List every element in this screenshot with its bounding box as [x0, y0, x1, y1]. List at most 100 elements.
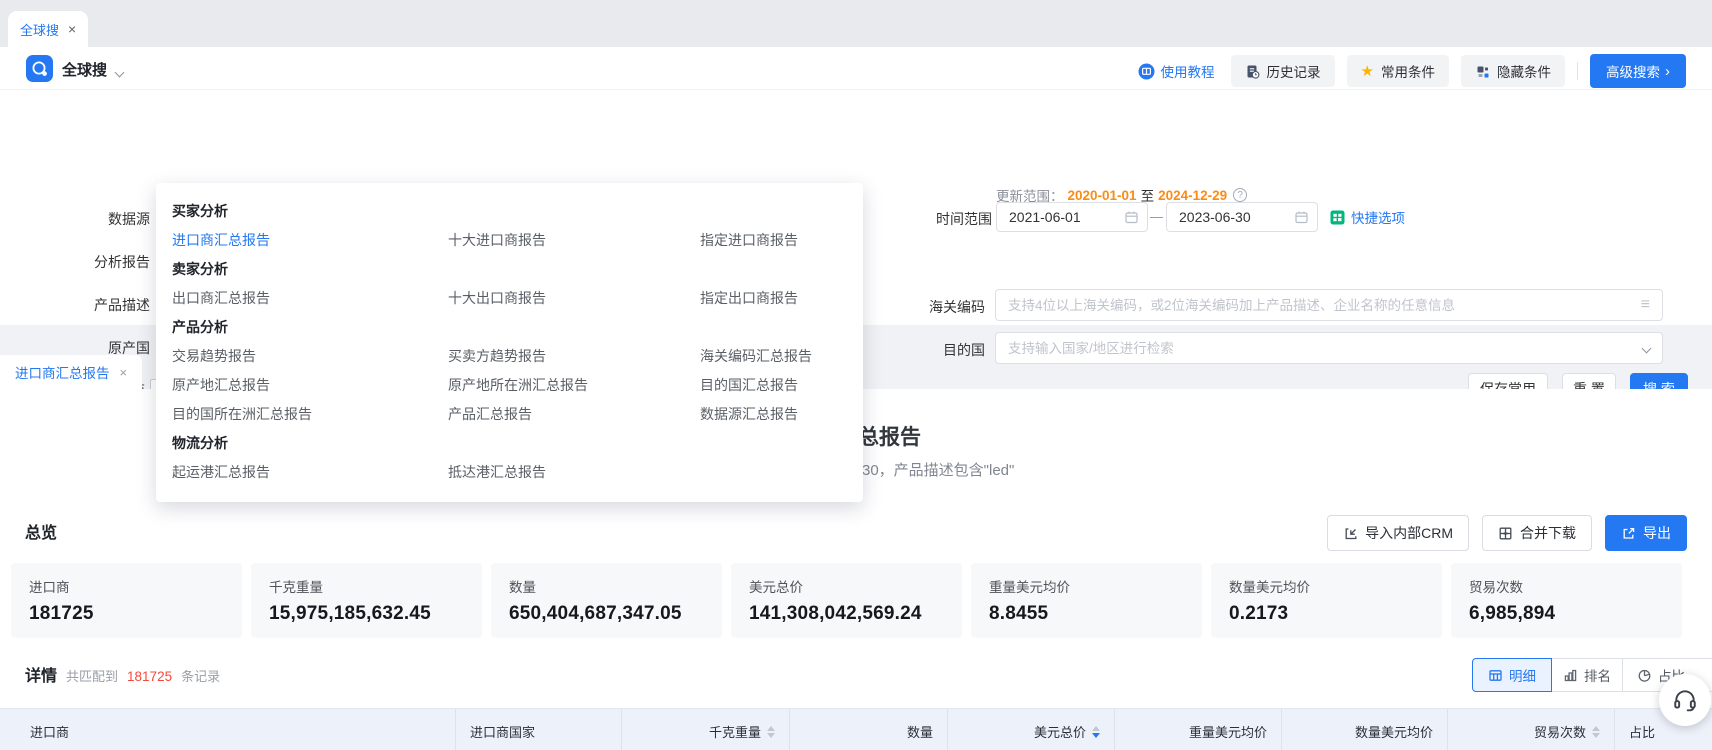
product-desc-label: 产品描述 [30, 295, 150, 315]
menu-item-buyer-seller-trend[interactable]: 买卖方趋势报告 [448, 346, 546, 366]
pie-icon [1637, 668, 1652, 683]
chevron-down-icon[interactable] [116, 63, 123, 81]
hide-conditions-icon [1475, 64, 1490, 79]
merge-download-button[interactable]: 合并下载 [1482, 515, 1592, 551]
header-divider [1577, 62, 1578, 80]
stat-card-importers: 进口商 181725 [11, 563, 242, 638]
menu-group-logistics: 物流分析 [172, 433, 228, 453]
export-button[interactable]: 导出 [1605, 515, 1687, 551]
menu-item-specified-exporter[interactable]: 指定出口商报告 [700, 288, 798, 308]
merge-download-label: 合并下载 [1520, 523, 1576, 543]
menu-item-hs-summary[interactable]: 海关编码汇总报告 [700, 346, 812, 366]
list-icon[interactable]: ≡ [1641, 297, 1650, 313]
date-range-dash: — [1150, 209, 1163, 224]
app-logo [26, 55, 53, 82]
header-actions: 使用教程 历史记录 ★ 常用条件 隐藏条件 高级搜索 › [1138, 54, 1686, 88]
view-rank-button[interactable]: 排名 [1551, 658, 1623, 692]
hide-conditions-label: 隐藏条件 [1497, 61, 1551, 81]
destination-input[interactable] [995, 332, 1663, 364]
export-label: 导出 [1643, 523, 1671, 543]
menu-item-specified-importer[interactable]: 指定进口商报告 [700, 230, 798, 250]
col-kg-weight[interactable]: 千克重量 [622, 709, 790, 750]
stat-card-trade-count: 贸易次数 6,985,894 [1451, 563, 1682, 638]
view-detail-button[interactable]: 明细 [1472, 658, 1552, 692]
quick-options-link[interactable]: 快捷选项 [1330, 207, 1405, 227]
history-label: 历史记录 [1267, 61, 1321, 81]
help-icon[interactable]: ? [1233, 188, 1247, 202]
export-icon [1621, 526, 1636, 541]
menu-item-departure-port-summary[interactable]: 起运港汇总报告 [172, 462, 270, 482]
time-end-input[interactable] [1166, 202, 1318, 232]
history-button[interactable]: 历史记录 [1231, 55, 1335, 87]
stats-row: 进口商 181725 千克重量 15,975,185,632.45 数量 650… [11, 563, 1682, 638]
stat-card-usd-total: 美元总价 141,308,042,569.24 [731, 563, 962, 638]
data-source-label: 数据源 [30, 209, 150, 229]
favorites-button[interactable]: ★ 常用条件 [1347, 55, 1449, 87]
headset-icon [1672, 687, 1698, 713]
star-icon: ★ [1361, 64, 1374, 79]
menu-group-product: 产品分析 [172, 317, 228, 337]
sort-icon [767, 726, 775, 738]
col-trade-count[interactable]: 贸易次数 [1448, 709, 1615, 750]
menu-item-trend[interactable]: 交易趋势报告 [172, 346, 256, 366]
col-importer-country: 进口商国家 [456, 709, 622, 750]
browser-tab-bar: 全球搜 × [0, 0, 1712, 47]
tutorial-label: 使用教程 [1161, 61, 1215, 81]
col-usd-total[interactable]: 美元总价 [948, 709, 1115, 750]
quick-options-label: 快捷选项 [1351, 207, 1405, 227]
history-icon [1245, 64, 1260, 79]
menu-item-importer-summary[interactable]: 进口商汇总报告 [172, 230, 270, 250]
overview-title: 总览 [25, 519, 57, 543]
menu-group-seller: 卖家分析 [172, 259, 228, 279]
hide-conditions-button[interactable]: 隐藏条件 [1461, 55, 1565, 87]
menu-item-destination-continent-summary[interactable]: 目的国所在洲汇总报告 [172, 404, 312, 424]
tutorial-icon [1138, 63, 1155, 80]
detail-title: 详情 [25, 662, 57, 686]
sort-icon [1592, 726, 1600, 738]
close-icon[interactable]: × [120, 366, 128, 379]
destination-label: 目的国 [865, 340, 985, 360]
menu-item-product-summary[interactable]: 产品汇总报告 [448, 404, 532, 424]
report-subtitle-fragment: 30，产品描述包含"led" [862, 459, 1014, 480]
support-fab[interactable] [1659, 674, 1711, 726]
advanced-search-button[interactable]: 高级搜索 › [1590, 54, 1686, 88]
col-quantity: 数量 [790, 709, 948, 750]
stat-card-quantity: 数量 650,404,687,347.05 [491, 563, 722, 638]
close-icon[interactable]: × [68, 22, 76, 36]
stat-card-usd-per-weight: 重量美元均价 8.8455 [971, 563, 1202, 638]
merge-icon [1498, 526, 1513, 541]
menu-item-origin-continent-summary[interactable]: 原产地所在洲汇总报告 [448, 375, 588, 395]
update-range-start: 2020-01-01 [1068, 188, 1137, 203]
arrow-right-icon: › [1665, 64, 1670, 79]
menu-item-destination-summary[interactable]: 目的国汇总报告 [700, 375, 798, 395]
menu-item-datasource-summary[interactable]: 数据源汇总报告 [700, 404, 798, 424]
quick-options-icon [1330, 210, 1345, 225]
match-suffix: 条记录 [181, 666, 220, 685]
table-header: 进口商 进口商国家 千克重量 数量 美元总价 重量美元均价 数量美元均价 [0, 708, 1712, 750]
menu-item-top10-importers[interactable]: 十大进口商报告 [448, 230, 546, 250]
menu-item-origin-summary[interactable]: 原产地汇总报告 [172, 375, 270, 395]
detail-header: 详情 共匹配到 181725 条记录 [25, 662, 220, 686]
report-label: 分析报告 [30, 252, 150, 272]
hs-code-input[interactable]: ≡ [995, 289, 1663, 321]
results-tab-title: 进口商汇总报告 [15, 362, 110, 382]
time-start-input[interactable] [996, 202, 1148, 232]
report-title-fragment: 总报告 [858, 421, 921, 451]
menu-item-exporter-summary[interactable]: 出口商汇总报告 [172, 288, 270, 308]
calendar-icon [1294, 210, 1309, 225]
menu-group-buyer: 买家分析 [172, 201, 228, 221]
col-usd-per-weight: 重量美元均价 [1115, 709, 1282, 750]
browser-tab-active[interactable]: 全球搜 × [8, 11, 88, 47]
match-count: 181725 [127, 669, 172, 684]
results-tab[interactable]: 进口商汇总报告 × [0, 355, 142, 389]
app-header: 全球搜 使用教程 历史记录 ★ 常用条件 隐藏条件 高级搜索 › [0, 47, 1712, 90]
favorites-label: 常用条件 [1381, 61, 1435, 81]
menu-item-arrival-port-summary[interactable]: 抵达港汇总报告 [448, 462, 546, 482]
report-dropdown-menu: 买家分析 进口商汇总报告 十大进口商报告 指定进口商报告 卖家分析 出口商汇总报… [156, 183, 863, 502]
stat-card-kg-weight: 千克重量 15,975,185,632.45 [251, 563, 482, 638]
tutorial-link[interactable]: 使用教程 [1138, 61, 1215, 81]
menu-item-top10-exporters[interactable]: 十大出口商报告 [448, 288, 546, 308]
overview-actions: 导入内部CRM 合并下载 导出 [1327, 515, 1687, 551]
browser-tab-title: 全球搜 [20, 20, 59, 39]
import-crm-button[interactable]: 导入内部CRM [1327, 515, 1469, 551]
